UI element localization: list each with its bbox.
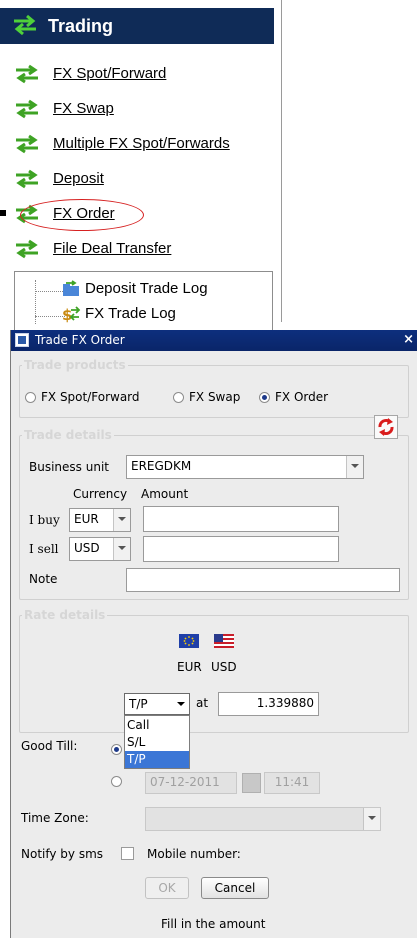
chevron-down-icon[interactable] [113, 538, 130, 560]
fx-swap-link[interactable]: FX Swap [14, 98, 174, 122]
svg-text:$: $ [62, 306, 72, 323]
chevron-down-icon[interactable] [173, 694, 189, 714]
notify-sms-label: Notify by sms [21, 847, 104, 861]
chevron-down-icon[interactable] [113, 509, 130, 531]
link-label[interactable]: Multiple FX Spot/Forwards [53, 135, 230, 152]
exchange-arrows-icon [16, 169, 38, 189]
multiple-fx-spot-forwards-link[interactable]: Multiple FX Spot/Forwards [14, 133, 274, 157]
tree-connector [35, 280, 36, 324]
note-input[interactable] [126, 568, 400, 592]
sell-amount-input[interactable] [143, 536, 339, 562]
dollar-arrows-icon: $ [62, 306, 81, 323]
exchange-arrows-icon [14, 14, 36, 36]
business-unit-select[interactable]: EREGDKM [126, 455, 364, 479]
currency-right-label: USD [211, 660, 237, 674]
link-label[interactable]: FX Swap [53, 100, 114, 117]
eu-flag-icon [179, 634, 199, 648]
dropdown-option-tp[interactable]: T/P [125, 751, 189, 768]
status-message: Fill in the amount [161, 917, 266, 931]
radio-fx-swap[interactable] [173, 392, 184, 403]
buy-label: I buy [29, 513, 60, 527]
order-type-dropdown-list: Call S/L T/P [124, 715, 190, 769]
order-type-select[interactable]: T/P [124, 693, 190, 715]
tree-item-label[interactable]: FX Trade Log [85, 305, 176, 322]
business-unit-label: Business unit [29, 460, 109, 474]
deposit-link[interactable]: Deposit [14, 168, 174, 192]
app-window-icon [15, 333, 29, 347]
radio-fx-order[interactable] [259, 392, 270, 403]
exchange-arrows-icon [16, 239, 38, 259]
sell-label: I sell [29, 542, 59, 556]
notify-sms-checkbox[interactable] [121, 847, 134, 860]
ok-button[interactable]: OK [145, 877, 189, 899]
note-label: Note [29, 572, 58, 586]
business-unit-value: EREGDKM [131, 459, 192, 473]
radio-fx-spot-forward[interactable] [25, 392, 36, 403]
sell-currency-value: USD [74, 541, 100, 555]
link-label[interactable]: File Deal Transfer [53, 240, 171, 257]
cancel-button[interactable]: Cancel [201, 877, 269, 899]
amount-header: Amount [141, 487, 189, 501]
radio-label-fx-spot-forward: FX Spot/Forward [41, 390, 140, 404]
close-icon[interactable]: × [403, 332, 414, 347]
swap-currencies-button[interactable] [374, 415, 398, 439]
rate-input[interactable]: 1.339880 [218, 692, 319, 716]
order-type-value: T/P [129, 697, 148, 711]
radio-good-till-cancelled[interactable] [111, 744, 122, 755]
calendar-icon[interactable] [242, 773, 261, 793]
mobile-number-label: Mobile number: [147, 847, 241, 861]
exchange-arrows-icon [16, 64, 38, 84]
highlight-ellipse [20, 199, 144, 231]
file-deal-transfer-link[interactable]: File Deal Transfer [14, 238, 234, 262]
trade-products-group: Trade products [19, 358, 409, 418]
tree-item-label[interactable]: Deposit Trade Log [85, 280, 208, 297]
buy-amount-input[interactable] [143, 506, 339, 532]
dropdown-option-call[interactable]: Call [125, 717, 189, 734]
trade-products-legend: Trade products [24, 358, 126, 372]
good-till-time-input[interactable]: 11:41 [264, 772, 320, 794]
time-zone-label: Time Zone: [21, 811, 89, 825]
at-label: at [196, 696, 209, 710]
trade-details-legend: Trade details [24, 428, 112, 442]
radio-label-fx-order: FX Order [275, 390, 329, 404]
buy-currency-value: EUR [74, 512, 99, 526]
time-zone-select[interactable] [145, 807, 381, 831]
good-till-date-input[interactable]: 07-12-2011 [145, 772, 237, 794]
trading-header: Trading [0, 8, 274, 44]
panel-divider [281, 0, 282, 322]
fx-spot-forward-link[interactable]: FX Spot/Forward [14, 63, 234, 87]
swap-arrows-icon [378, 418, 394, 436]
link-label[interactable]: FX Spot/Forward [53, 65, 166, 82]
sell-currency-select[interactable]: USD [69, 537, 131, 561]
pointer-marker [0, 210, 6, 216]
us-flag-icon [214, 634, 234, 648]
dropdown-option-sl[interactable]: S/L [125, 734, 189, 751]
exchange-arrows-icon [16, 99, 38, 119]
radio-good-till-date[interactable] [111, 776, 122, 787]
currency-header: Currency [73, 487, 128, 501]
chevron-down-icon[interactable] [346, 456, 363, 478]
trading-title: Trading [48, 16, 114, 36]
exchange-arrows-icon [16, 134, 38, 154]
link-label[interactable]: Deposit [53, 170, 104, 187]
folder-arrows-icon [63, 280, 79, 296]
radio-label-fx-swap: FX Swap [189, 390, 241, 404]
good-till-label: Good Till: [21, 739, 78, 753]
rate-details-legend: Rate details [24, 608, 106, 622]
trade-fx-order-dialog: Trade FX Order × Trade products FX Spot/… [10, 330, 417, 938]
dialog-titlebar: Trade FX Order × [11, 330, 417, 351]
currency-left-label: EUR [177, 660, 202, 674]
trade-log-tree: Deposit Trade Log $ FX Trade Log [14, 271, 273, 331]
chevron-down-icon[interactable] [363, 808, 380, 830]
dialog-title: Trade FX Order [35, 333, 125, 347]
buy-currency-select[interactable]: EUR [69, 508, 131, 532]
